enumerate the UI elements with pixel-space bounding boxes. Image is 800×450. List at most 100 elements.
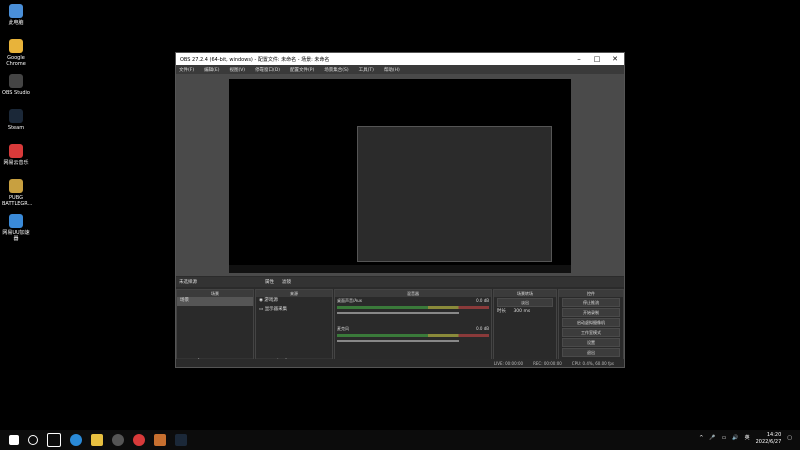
volume-icon[interactable]: 🔊 bbox=[732, 435, 738, 442]
control-button[interactable]: 工作室模式 bbox=[562, 328, 620, 337]
netease-music-icon[interactable] bbox=[133, 434, 145, 446]
desktop-icon[interactable]: 网易云音乐 bbox=[2, 144, 30, 166]
source-label: 显示器采集 bbox=[264, 307, 288, 312]
transitions-dock: 场景转场 淡出 时长 300 ms bbox=[493, 289, 557, 367]
notification-icon[interactable]: ▢ bbox=[787, 435, 792, 442]
desktop-icon-label: Steam bbox=[7, 125, 25, 131]
chevron-up-icon[interactable]: ^ bbox=[699, 435, 703, 442]
controls-header: 控件 bbox=[559, 290, 623, 297]
control-button[interactable]: 设置 bbox=[562, 338, 620, 347]
preview-canvas[interactable] bbox=[229, 79, 571, 273]
scene-item[interactable]: 场景 bbox=[177, 297, 253, 306]
uu-accelerator-icon[interactable] bbox=[154, 434, 166, 446]
minimize-button[interactable]: – bbox=[570, 53, 588, 65]
windows-start-icon[interactable] bbox=[9, 435, 19, 445]
mixer-header: 混音器 bbox=[335, 290, 491, 297]
no-source-label: 未选择源 bbox=[179, 280, 197, 285]
cpu-status: CPU: 0.4%, 60.00 fps bbox=[571, 360, 614, 366]
edge-icon[interactable] bbox=[70, 434, 82, 446]
maximize-button[interactable]: □ bbox=[588, 53, 606, 65]
channel-db: 0.0 dB bbox=[476, 326, 489, 331]
desktop-icon[interactable]: 网易UU加速器 bbox=[2, 214, 30, 242]
scenes-header: 场景 bbox=[177, 290, 253, 297]
clock[interactable]: 14:20 2022/6/27 bbox=[756, 432, 782, 445]
sources-header: 来源 bbox=[256, 290, 332, 297]
controls-dock: 控件 停止推流 开始录制 启动虚拟摄像机 工作室模式 设置 退出 bbox=[558, 289, 624, 367]
volume-slider[interactable] bbox=[337, 340, 459, 342]
control-button[interactable]: 启动虚拟摄像机 bbox=[562, 318, 620, 327]
desktop-icon[interactable]: 此电脑 bbox=[2, 4, 30, 26]
network-icon[interactable]: ▭ bbox=[722, 435, 727, 442]
filters-button[interactable]: 滤镜 bbox=[282, 279, 291, 285]
duration-row: 时长 300 ms bbox=[494, 308, 556, 317]
live-status: LIVE: 00:00:00 bbox=[493, 360, 524, 366]
source-item[interactable]: ◉ 游戏源 bbox=[256, 297, 332, 306]
menu-item[interactable]: 编辑(E) bbox=[204, 67, 219, 73]
sources-dock: 来源 ◉ 游戏源 ▭ 显示器采集 +−⚙⌃⌄ bbox=[255, 289, 333, 367]
properties-button[interactable]: 属性 bbox=[265, 279, 274, 285]
channel-db: 0.0 dB bbox=[476, 298, 489, 303]
search-icon[interactable] bbox=[28, 435, 38, 445]
source-item[interactable]: ▭ 显示器采集 bbox=[256, 306, 332, 315]
desktop-icon[interactable]: PUBG BATTLEGR... bbox=[2, 179, 33, 207]
transitions-header: 场景转场 bbox=[494, 290, 556, 297]
transition-select[interactable]: 淡出 bbox=[497, 298, 553, 307]
app-icon bbox=[9, 214, 23, 228]
obs-title: OBS 27.2.4 (64-bit, windows) - 配置文件: 未命名… bbox=[180, 56, 330, 63]
menu-item[interactable]: 视图(V) bbox=[229, 67, 245, 73]
desktop-icon-label: 此电脑 bbox=[8, 20, 24, 26]
app-icon bbox=[9, 74, 23, 88]
steam-icon[interactable] bbox=[175, 434, 187, 446]
obs-window: OBS 27.2.4 (64-bit, windows) - 配置文件: 未命名… bbox=[175, 52, 625, 368]
obs-taskbar-icon[interactable] bbox=[112, 434, 124, 446]
desktop-icon[interactable]: Steam bbox=[2, 109, 30, 131]
menu-item[interactable]: 帮助(H) bbox=[384, 67, 400, 73]
desktop-icon-label: PUBG BATTLEGR... bbox=[2, 195, 33, 207]
microphone-icon[interactable]: 🎤 bbox=[709, 435, 715, 442]
duration-input[interactable]: 300 ms bbox=[513, 309, 530, 314]
preview-taskbar bbox=[229, 265, 571, 273]
channel-name: 麦克风 bbox=[337, 326, 349, 331]
desktop-icon[interactable]: OBS Studio bbox=[2, 74, 30, 96]
language-indicator[interactable]: 英 bbox=[745, 435, 750, 442]
nested-obs-preview bbox=[357, 126, 552, 262]
app-icon bbox=[9, 109, 23, 123]
duration-label: 时长 bbox=[497, 309, 506, 314]
desktop-icon-label: 网易云音乐 bbox=[3, 160, 29, 166]
app-icon bbox=[9, 39, 23, 53]
system-tray: ^ 🎤 ▭ 🔊 英 14:20 2022/6/27 ▢ bbox=[699, 432, 792, 445]
menu-item[interactable]: 停靠窗口(D) bbox=[255, 67, 280, 73]
status-bar: LIVE: 00:00:00 REC: 00:00:00 CPU: 0.4%, … bbox=[176, 359, 624, 367]
clock-date: 2022/6/27 bbox=[755, 438, 782, 445]
control-button[interactable]: 停止推流 bbox=[562, 298, 620, 307]
mixer-channel: 麦克风 0.0 dB bbox=[335, 325, 491, 353]
channel-name: 桌面声音/Aux bbox=[337, 298, 362, 303]
scenes-dock: 场景 场景 +−⌃⌄ bbox=[176, 289, 254, 367]
menu-item[interactable]: 配置文件(P) bbox=[290, 67, 314, 73]
close-button[interactable]: ✕ bbox=[606, 53, 624, 65]
menu-item[interactable]: 文件(F) bbox=[179, 67, 194, 73]
control-button[interactable]: 开始录制 bbox=[562, 308, 620, 317]
volume-meter bbox=[337, 306, 489, 309]
volume-slider[interactable] bbox=[337, 312, 459, 314]
rec-status: REC: 00:00:00 bbox=[533, 360, 562, 366]
source-label: 游戏源 bbox=[264, 298, 278, 303]
menu-item[interactable]: 工具(T) bbox=[359, 67, 374, 73]
volume-meter bbox=[337, 334, 489, 337]
mixer-channel: 桌面声音/Aux 0.0 dB bbox=[335, 297, 491, 325]
app-icon bbox=[9, 179, 23, 193]
menu-item[interactable]: 场景集合(S) bbox=[324, 67, 348, 73]
mixer-dock: 混音器 桌面声音/Aux 0.0 dB 麦克风 0.0 dB bbox=[334, 289, 492, 367]
taskbar: ^ 🎤 ▭ 🔊 英 14:20 2022/6/27 ▢ bbox=[0, 430, 800, 450]
folder-icon[interactable] bbox=[91, 434, 103, 446]
task-view-icon[interactable] bbox=[47, 433, 61, 447]
desktop-icon[interactable]: Google Chrome bbox=[2, 39, 30, 67]
source-toolbar: 未选择源 属性 滤镜 bbox=[176, 277, 624, 287]
control-button[interactable]: 退出 bbox=[562, 348, 620, 357]
app-icon bbox=[9, 144, 23, 158]
desktop-icon-label: 网易UU加速器 bbox=[2, 230, 30, 242]
app-icon bbox=[9, 4, 23, 18]
menu-bar: 文件(F) 编辑(E) 视图(V) 停靠窗口(D) 配置文件(P) 场景集合(S) 工具(T… bbox=[176, 65, 624, 74]
desktop-icon-label: OBS Studio bbox=[2, 90, 30, 96]
title-bar: OBS 27.2.4 (64-bit, windows) - 配置文件: 未命名… bbox=[176, 53, 624, 65]
